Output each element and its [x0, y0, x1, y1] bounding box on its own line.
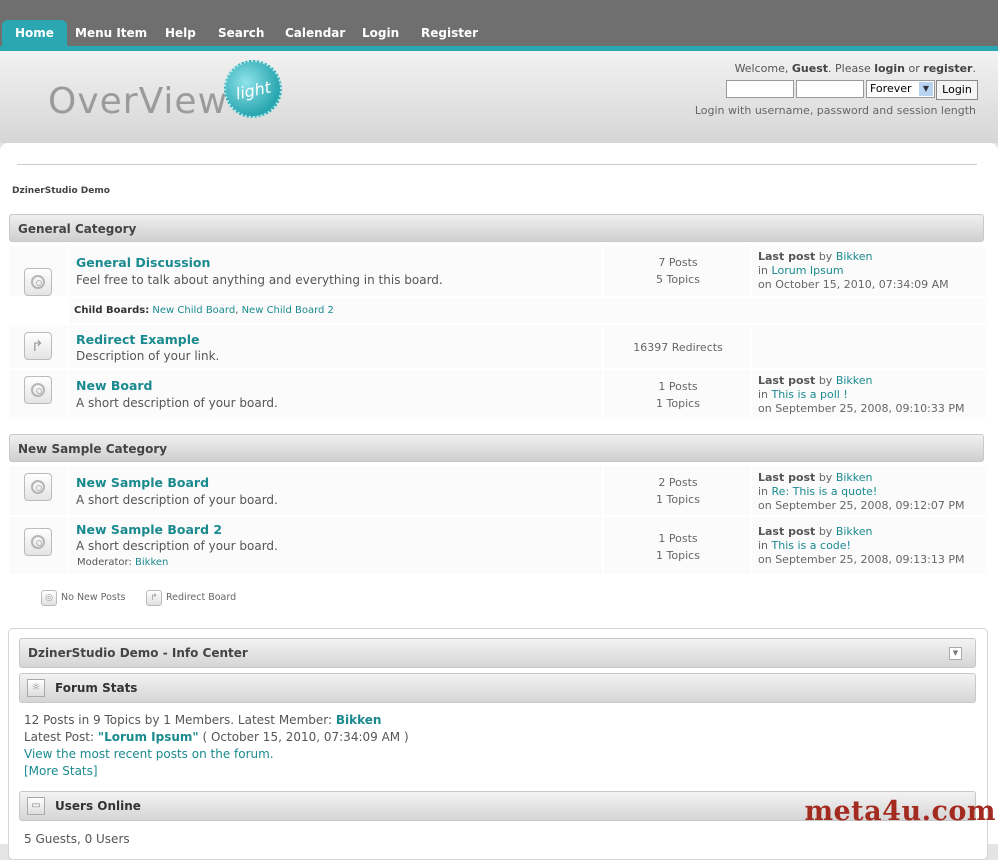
board-icon-cell [9, 246, 67, 296]
lastpost-user-link[interactable]: Bikken [836, 250, 873, 263]
board-stats: 1 Posts 1 Topics [604, 370, 750, 419]
nav-search[interactable]: Search [218, 20, 264, 46]
no-new-posts-icon [24, 473, 52, 501]
watermark-logo: meta4u.com [804, 796, 996, 827]
welcome-message: Welcome, Guest. Please login or register… [734, 62, 976, 75]
board-icon-cell [9, 370, 67, 419]
no-new-posts-icon [24, 376, 52, 404]
no-new-posts-icon: ◎ [41, 590, 57, 606]
moderator-line: Moderator: Bikken [77, 557, 169, 568]
site-header: OverView light Welcome, Guest. Please lo… [0, 51, 998, 143]
login-link[interactable]: login [874, 62, 905, 75]
board-info: New Board A short description of your bo… [69, 370, 602, 419]
lastpost-topic-link[interactable]: This is a poll ! [772, 388, 848, 401]
speech-bubble-icon: ▭ [27, 797, 45, 815]
board-stats: 1 Posts 1 Topics [604, 517, 750, 574]
lastpost-topic-link[interactable]: Lorum Ipsum [772, 264, 844, 277]
nav-register[interactable]: Register [421, 20, 478, 46]
board-icon-cell: ↱ [9, 325, 67, 368]
stats-icon: ☼ [27, 679, 45, 697]
board-info: Redirect Example Description of your lin… [69, 325, 602, 368]
password-input[interactable] [796, 80, 864, 98]
board-stats: 2 Posts 1 Topics [604, 466, 750, 515]
recent-posts-link[interactable]: View the most recent posts on the forum. [24, 747, 274, 761]
lastpost-user-link[interactable]: Bikken [836, 374, 873, 387]
board-title[interactable]: General Discussion [76, 255, 210, 270]
more-stats-link[interactable]: [More Stats] [24, 764, 98, 778]
nav-help[interactable]: Help [165, 20, 196, 46]
board-lastpost: Last post by Bikken in Lorum Ipsum on Oc… [752, 246, 985, 296]
login-button[interactable]: Login [936, 80, 978, 100]
top-navigation: Home Menu Item Help Search Calendar Logi… [0, 0, 998, 51]
chevron-down-icon: ▼ [919, 82, 933, 96]
latest-post-link[interactable]: "Lorum Ipsum" [98, 730, 199, 744]
board-icon-cell [9, 517, 67, 574]
child-board-link[interactable]: New Child Board [152, 305, 235, 316]
legend-no-new-posts: No New Posts [61, 592, 126, 603]
more-stats-line: [More Stats] [24, 764, 98, 778]
board-stats: 7 Posts 5 Topics [604, 246, 750, 296]
board-description: A short description of your board. [76, 539, 278, 553]
forum-stats-summary: 12 Posts in 9 Topics by 1 Members. Lates… [24, 713, 382, 727]
latest-post-line: Latest Post: "Lorum Ipsum" ( October 15,… [24, 730, 409, 744]
nav-home[interactable]: Home [2, 20, 67, 46]
board-lastpost: Last post by Bikken in This is a poll ! … [752, 370, 985, 419]
child-board-link[interactable]: New Child Board 2 [242, 305, 334, 316]
site-logo-text[interactable]: OverView [48, 81, 228, 122]
redirect-icon: ↱ [146, 590, 162, 606]
session-length-select[interactable]: Forever ▼ [866, 80, 935, 98]
nav-login[interactable]: Login [362, 20, 399, 46]
board-title[interactable]: New Sample Board [76, 475, 209, 490]
nav-calendar[interactable]: Calendar [285, 20, 345, 46]
login-hint: Login with username, password and sessio… [694, 104, 976, 117]
board-title[interactable]: Redirect Example [76, 332, 200, 347]
divider [17, 164, 977, 165]
no-new-posts-icon [24, 268, 52, 296]
board-description: A short description of your board. [76, 493, 278, 507]
recent-posts-line: View the most recent posts on the forum. [24, 747, 274, 761]
moderator-link[interactable]: Bikken [135, 557, 168, 568]
nav-menu-item[interactable]: Menu Item [75, 20, 147, 46]
board-description: Description of your link. [76, 349, 220, 363]
board-icon-cell [9, 466, 67, 515]
lastpost-user-link[interactable]: Bikken [836, 525, 873, 538]
board-lastpost [752, 325, 985, 368]
quick-login-form: Forever ▼ Login [726, 80, 978, 100]
board-lastpost: Last post by Bikken in This is a code! o… [752, 517, 985, 574]
collapse-icon[interactable]: ▼ [949, 647, 962, 660]
board-description: Feel free to talk about anything and eve… [76, 273, 443, 287]
redirect-icon: ↱ [24, 332, 52, 360]
board-title[interactable]: New Board [76, 378, 153, 393]
username-input[interactable] [726, 80, 794, 98]
lastpost-topic-link[interactable]: Re: This is a quote! [772, 485, 878, 498]
lastpost-topic-link[interactable]: This is a code! [772, 539, 851, 552]
legend-redirect-board: Redirect Board [166, 592, 237, 603]
info-center-header: DzinerStudio Demo - Info Center ▼ [19, 638, 976, 668]
category-header[interactable]: General Category [9, 214, 984, 242]
lastpost-user-link[interactable]: Bikken [836, 471, 873, 484]
logo-badge: light [218, 54, 288, 124]
main-content: DzinerStudio Demo General Category Gener… [0, 143, 998, 860]
info-center-title: DzinerStudio Demo - Info Center [28, 646, 248, 660]
users-online-title[interactable]: Users Online [55, 799, 141, 813]
forum-stats-header: ☼ Forum Stats [19, 673, 976, 703]
board-stats: 16397 Redirects [604, 325, 750, 368]
board-lastpost: Last post by Bikken in Re: This is a quo… [752, 466, 985, 515]
board-title[interactable]: New Sample Board 2 [76, 522, 222, 537]
board-info: New Sample Board A short description of … [69, 466, 602, 515]
latest-member-link[interactable]: Bikken [336, 713, 382, 727]
guest-name: Guest [791, 62, 829, 75]
board-description: A short description of your board. [76, 396, 278, 410]
board-info: General Discussion Feel free to talk abo… [69, 246, 602, 296]
breadcrumb[interactable]: DzinerStudio Demo [12, 186, 110, 196]
no-new-posts-icon [24, 528, 52, 556]
board-info: New Sample Board 2 A short description o… [69, 517, 602, 574]
register-link[interactable]: register [923, 62, 972, 75]
category-header[interactable]: New Sample Category [9, 434, 984, 462]
forum-stats-title[interactable]: Forum Stats [55, 681, 137, 695]
child-boards-row: Child Boards: New Child Board, New Child… [69, 298, 985, 323]
